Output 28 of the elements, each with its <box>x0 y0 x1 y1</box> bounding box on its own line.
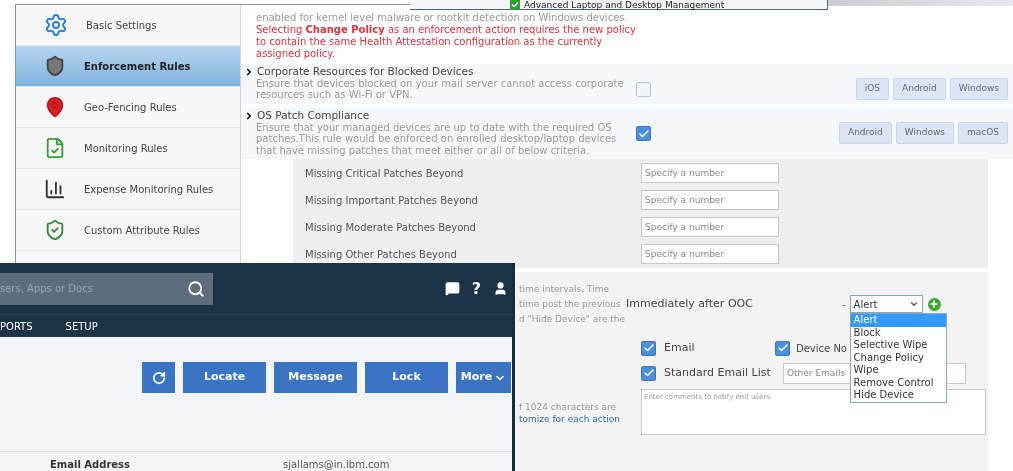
criteria-label: Missing Important Patches Beyond <box>304 193 479 208</box>
rule-title: OS Patch Compliance <box>257 110 370 122</box>
description-text: enabled for kernel level malware or rootkit detection on Windows devices. <box>256 12 629 24</box>
rule-description: Ensure that your managed devices are up to date with the required OS patches.This rule would be enforced on enrolled desktop/laptop devices that have missing patches that meet either or all of below criteria. <box>255 121 618 156</box>
rule-title: Corporate Resources for Blocked Devices <box>257 66 474 78</box>
criteria-label: Missing Critical Patches Beyond <box>304 166 465 181</box>
window-title: Advanced Laptop and Desktop Management <box>524 0 725 10</box>
notify-label: Email <box>664 340 695 356</box>
platform-tag: Android <box>893 78 946 100</box>
platform-tag: Android <box>839 122 892 144</box>
warning-text: Selecting Change Policy as an enforcement action requires the new policy to contain the same Health Attestation configuration as the currently assigned policy. <box>256 24 637 60</box>
field-value: sjallams@in.ibm.com <box>283 458 390 471</box>
platform-tag: iOS <box>855 78 889 100</box>
platform-tag: macOS <box>957 122 1008 144</box>
schedule-label: Immediately after OOC <box>626 295 754 312</box>
criteria-label: Missing Moderate Patches Beyond <box>304 220 477 235</box>
notify-label: Standard Email List <box>664 364 771 381</box>
platform-tag: Windows <box>949 78 1008 100</box>
platform-tag: Windows <box>895 122 954 144</box>
policy-text: time post the previous <box>519 298 622 310</box>
policy-text: time intervals. Time <box>519 283 610 295</box>
criteria-label: Missing Other Patches Beyond <box>304 247 458 262</box>
policy-text: d "Hide Device" are the <box>519 313 626 325</box>
separator-text: - <box>842 297 846 312</box>
rule-description: Ensure that devices blocked on your mail server cannot access corporate resources such as Wi-Fi or VPN. <box>255 77 625 101</box>
field-label: Email Address <box>50 458 131 471</box>
policy-text: f 1024 characters are <box>519 400 617 413</box>
notify-label: Device No <box>796 341 847 356</box>
